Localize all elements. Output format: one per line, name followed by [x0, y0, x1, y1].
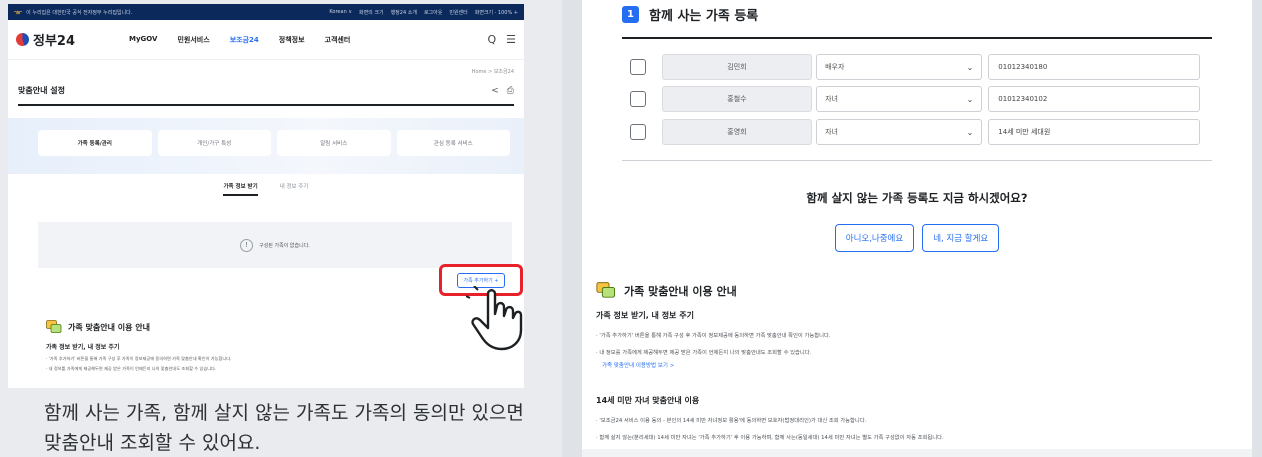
later-button[interactable]: 아니오,나중에요: [834, 224, 915, 252]
sub-tabs: 가족 정보 받기 내 정보 주기: [8, 182, 524, 196]
search-icon[interactable]: Q: [487, 33, 496, 46]
member-name-field: 홍철수: [661, 86, 813, 112]
gov-notice: 이 누리집은 대한민국 공식 전자정부 누리집입니다.: [26, 9, 133, 16]
register-now-button[interactable]: 네, 지금 할게요: [922, 224, 1000, 252]
share-icon[interactable]: <: [491, 86, 499, 96]
guide-line: · '가족 추가하기' 버튼을 통해 가족 구성 후 가족이 정보제공에 동의하…: [596, 333, 831, 339]
chevron-down-icon: ⌄: [966, 94, 974, 104]
chat-bubble-icon: [46, 320, 62, 333]
utility-link[interactable]: Korean ∨: [329, 9, 352, 16]
step-heading: 1 함께 사는 가족 등록: [622, 5, 758, 24]
utility-link[interactable]: 행정24 소개: [391, 9, 417, 16]
settings-tabs: 가족 등록/관리 개인/가구 특성 알림 서비스 관심 등록 서비스: [38, 130, 510, 156]
nav-subsidy24[interactable]: 보조금24: [230, 35, 259, 45]
subtab-receive-family-info[interactable]: 가족 정보 받기: [223, 182, 258, 196]
info-icon: !: [240, 238, 254, 252]
tab-interest-service[interactable]: 관심 등록 서비스: [396, 130, 510, 156]
chevron-down-icon: ⌄: [966, 62, 974, 72]
guide-subtitle: 14세 미만 자녀 맞춤안내 이용: [596, 396, 700, 405]
guide-heading: 가족 맞춤안내 이용 안내: [46, 320, 150, 334]
pointing-hand-icon: [466, 286, 523, 351]
caption: 함께 사는 가족, 함께 살지 않는 가족도 가족의 동의만 있으면 맞춤안내 …: [44, 398, 524, 457]
logo-text: 정부24: [33, 34, 76, 49]
bottom-fade: [582, 449, 1252, 457]
menu-icon[interactable]: ☰: [506, 33, 516, 46]
nav-mygov[interactable]: MyGOV: [129, 35, 157, 45]
family-member-row: 홍철수 자녀 ⌄ 01012340102: [630, 86, 1200, 112]
empty-message: 구성된 가족이 없습니다.: [259, 242, 310, 249]
guide-line: · '가족 추가하기' 버튼을 통해 가족 구성 후 가족이 정보제공에 동의하…: [46, 356, 232, 361]
phone-input[interactable]: 01012340180: [988, 54, 1200, 80]
guide-title: 가족 맞춤안내 이용 안내: [68, 322, 150, 332]
page-title: 맞춤안내 설정: [18, 86, 65, 95]
guide-heading: 가족 맞춤안내 이용 안내: [596, 282, 737, 299]
top-utility-bar: -ஐ- 이 누리집은 대한민국 공식 전자정부 누리집입니다. Korean ∨…: [8, 4, 524, 20]
member-name-field: 김민희: [661, 54, 813, 80]
chat-bubble-icon: [596, 282, 615, 298]
family-member-row: 김민희 배우자 ⌄ 01012340180: [630, 54, 1200, 80]
empty-family-box: ! 구성된 가족이 없습니다.: [38, 222, 512, 268]
member-checkbox[interactable]: [630, 59, 646, 75]
question-buttons: 아니오,나중에요 네, 지금 할게요: [582, 224, 1252, 252]
subtab-give-my-info[interactable]: 내 정보 주기: [280, 182, 309, 196]
site-header: 정부24 MyGOV 민원서비스 보조금24 정책정보 고객센터 Q ☰: [8, 20, 524, 60]
nav-customer-center[interactable]: 고객센터: [325, 35, 351, 45]
step-title: 함께 사는 가족 등록: [649, 9, 759, 24]
left-panel: -ஐ- 이 누리집은 대한민국 공식 전자정부 누리집입니다. Korean ∨…: [0, 0, 562, 457]
right-panel: 1 함께 사는 가족 등록 김민희 배우자 ⌄ 01012340180 홍철수 …: [582, 0, 1252, 457]
caption-line: 맞춤안내 조회할 수 있어요.: [44, 432, 261, 454]
how-to-use-link[interactable]: 가족 맞춤안내 이용방법 보기 >: [602, 361, 674, 369]
site-logo[interactable]: 정부24: [16, 30, 75, 49]
guide-subtitle: 가족 정보 받기, 내 정보 주기: [596, 311, 694, 320]
relation-value: 자녀: [825, 95, 838, 103]
guide-line: · 함께 살지 않는(분리세대) 14세 미만 자녀는 '가족 추가하기' 후 …: [596, 435, 944, 441]
relation-select[interactable]: 배우자 ⌄: [816, 54, 983, 80]
tab-family-management[interactable]: 가족 등록/관리: [38, 130, 152, 156]
relation-value: 배우자: [825, 63, 845, 71]
caption-line: 함께 사는 가족, 함께 살지 않는 가족도 가족의 동의만 있으면: [44, 402, 524, 424]
family-member-row: 홍영희 자녀 ⌄ 14세 미만 세대원: [630, 119, 1200, 145]
member-checkbox[interactable]: [630, 124, 646, 140]
guide-line: · 내 정보를 가족에게 제공해두면 제공 받은 가족이 언제든지 나의 맞춤안…: [596, 350, 812, 356]
member-name-field: 홍영희: [661, 119, 813, 145]
website-screenshot: -ஐ- 이 누리집은 대한민국 공식 전자정부 누리집입니다. Korean ∨…: [8, 4, 524, 388]
utility-link[interactable]: 화면의 크기: [359, 9, 384, 16]
guide-line: · '보조금24 서비스 이용 동의 - 본인의 14세 미만 자녀정보 활용'…: [596, 418, 867, 424]
phone-input[interactable]: 01012340102: [988, 86, 1200, 112]
utility-link[interactable]: 화면크기 · 100% +: [475, 9, 518, 16]
phone-input[interactable]: 14세 미만 세대원: [988, 119, 1200, 145]
nav-civil-service[interactable]: 민원서비스: [177, 35, 209, 45]
utility-link[interactable]: 민원센터: [449, 9, 467, 16]
taegeuk-logo-icon: [16, 33, 29, 46]
member-checkbox[interactable]: [630, 91, 646, 107]
step-number-badge: 1: [622, 6, 639, 23]
utility-link[interactable]: 로그아웃: [424, 9, 442, 16]
main-nav: MyGOV 민원서비스 보조금24 정책정보 고객센터: [129, 35, 350, 45]
relation-select[interactable]: 자녀 ⌄: [816, 119, 983, 145]
guide-line: · 내 정보를 가족에게 제공해두면 제공 받은 가족이 언제든지 나의 맞춤안…: [46, 366, 217, 371]
tab-notification-service[interactable]: 알림 서비스: [277, 130, 391, 156]
print-icon[interactable]: ⎙: [507, 86, 514, 96]
non-cohabiting-question: 함께 살지 않는 가족 등록도 지금 하시겠어요?: [806, 191, 1028, 205]
relation-value: 자녀: [825, 128, 838, 136]
divider: [622, 37, 1212, 39]
chevron-down-icon: ⌄: [966, 127, 974, 137]
nav-policy[interactable]: 정책정보: [279, 35, 305, 45]
divider: [622, 160, 1212, 161]
flag-icon: -ஐ-: [14, 9, 23, 15]
guide-title: 가족 맞춤안내 이용 안내: [624, 284, 737, 298]
guide-subtitle: 가족 정보 받기, 내 정보 주기: [46, 344, 120, 351]
breadcrumb: Home > 보조금24: [471, 69, 514, 75]
tab-personal-traits[interactable]: 개인/가구 특성: [157, 130, 271, 156]
relation-select[interactable]: 자녀 ⌄: [816, 86, 983, 112]
